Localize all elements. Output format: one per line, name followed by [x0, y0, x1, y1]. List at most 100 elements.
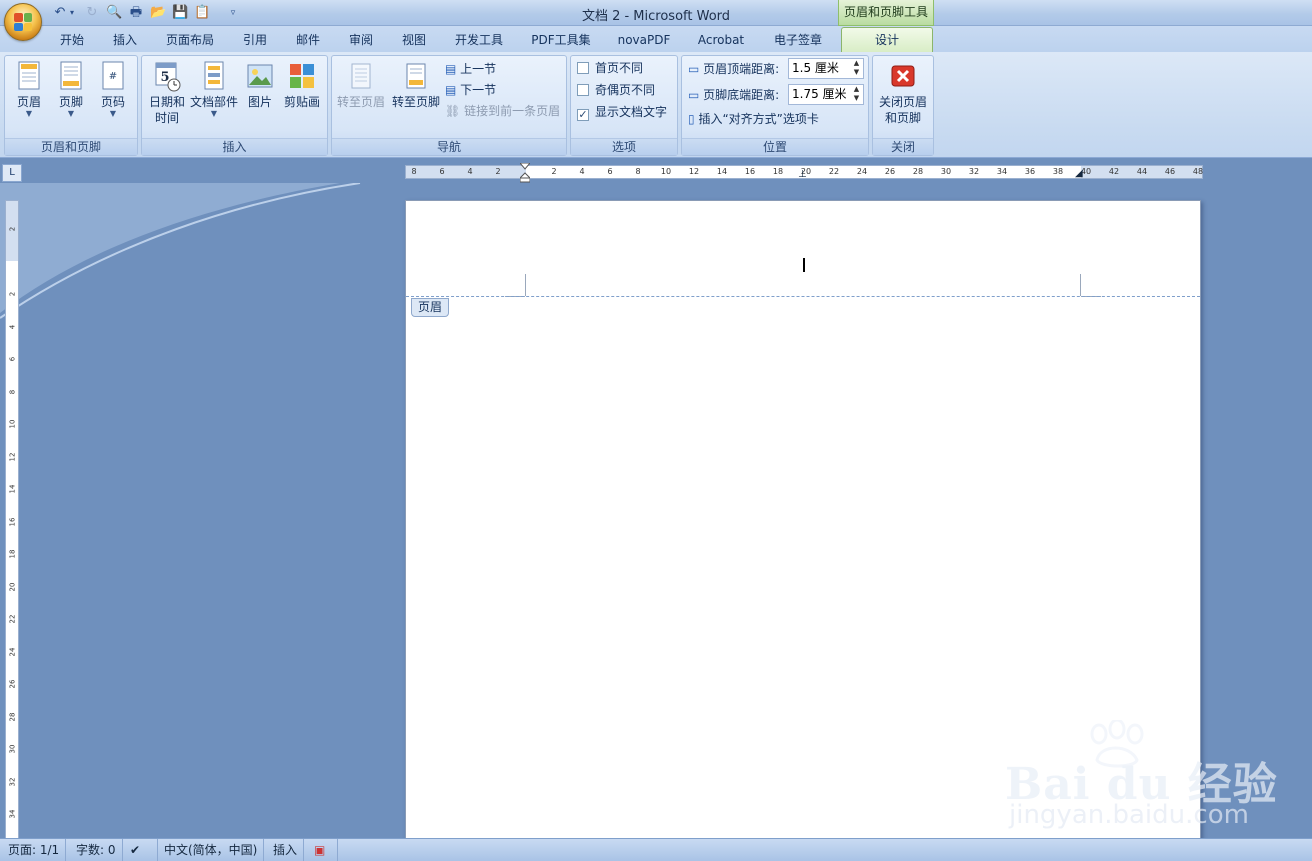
tab-pdf-tools[interactable]: PDF工具集: [524, 30, 598, 52]
ruler-tick: 8: [411, 167, 417, 176]
ruler-tick: 36: [1024, 167, 1036, 176]
header-button[interactable]: 页眉 ▼: [9, 60, 49, 118]
proofing-icon[interactable]: ✔: [124, 839, 158, 861]
ruler-tick: 16: [8, 517, 17, 526]
document-parts-button[interactable]: 文档部件 ▼: [188, 60, 240, 118]
ruler-tick: 28: [912, 167, 924, 176]
footer-from-bottom-row: ▭ 页脚底端距离:: [688, 85, 779, 105]
ruler-tick: 4: [8, 324, 17, 329]
ruler-tick: 10: [660, 167, 672, 176]
center-tab-stop-icon[interactable]: ⊥: [798, 170, 808, 180]
footer-position-icon: ▭: [688, 88, 700, 102]
window-title: 文档 2 - Microsoft Word: [581, 9, 731, 24]
ruler-tick: 8: [8, 389, 17, 394]
tab-view[interactable]: 视图: [392, 30, 436, 52]
header-position-icon: ▭: [688, 62, 700, 76]
group-label-header-footer: 页眉和页脚: [5, 138, 137, 155]
picture-button[interactable]: 图片: [242, 60, 278, 110]
status-page[interactable]: 页面: 1/1: [2, 839, 67, 861]
ruler-tick: 6: [439, 167, 445, 176]
date-time-label-2: 时间: [154, 111, 179, 125]
goto-footer-icon: [406, 63, 426, 89]
group-label-position: 位置: [682, 138, 868, 155]
page-number-button[interactable]: # 页码 ▼: [93, 60, 133, 118]
tab-selector[interactable]: L: [2, 164, 22, 182]
status-insert-mode[interactable]: 插入: [267, 839, 305, 861]
chevron-down-icon: ▼: [67, 109, 75, 118]
different-first-page-checkbox[interactable]: [577, 62, 589, 74]
left-margin-corner: [525, 274, 526, 296]
quick-parts-icon: [204, 61, 224, 90]
tab-developer[interactable]: 开发工具: [446, 30, 512, 52]
group-position: ▭ 页眉顶端距离: 1.5 厘米 ▲ ▼ ▭ 页脚底端距离: 1.75 厘米 ▲ ▼…: [681, 55, 869, 156]
goto-footer-button[interactable]: 转至页脚: [389, 60, 443, 110]
footer-from-bottom-spinner[interactable]: 1.75 厘米 ▲ ▼: [788, 84, 864, 105]
previous-section-icon: ▤: [445, 62, 457, 76]
footer-button[interactable]: 页脚 ▼: [51, 60, 91, 118]
ruler-tick: 2: [495, 167, 501, 176]
tab-novapdf[interactable]: novaPDF: [610, 30, 678, 52]
baidu-watermark: Bai du 经验 jingyan.baidu.com: [1005, 720, 1305, 835]
contextual-tools-title: 页眉和页脚工具: [838, 0, 934, 26]
status-language[interactable]: 中文(简体，中国): [158, 839, 265, 861]
header-from-top-spinner[interactable]: 1.5 厘米 ▲ ▼: [788, 58, 864, 79]
ruler-tick: 26: [8, 679, 17, 689]
ruler-tick: 24: [856, 167, 868, 176]
clip-art-button[interactable]: 剪贴画: [280, 60, 324, 110]
tab-home[interactable]: 开始: [50, 30, 94, 52]
page-number-icon: #: [102, 61, 124, 90]
previous-section-button[interactable]: ▤ 上一节: [445, 59, 496, 79]
chevron-down-icon: ▼: [210, 109, 218, 118]
footer-page-icon: [60, 61, 82, 90]
tab-review[interactable]: 审阅: [339, 30, 383, 52]
ruler-tick: 18: [772, 167, 784, 176]
tab-insert[interactable]: 插入: [103, 30, 147, 52]
ruler-tick: 24: [8, 647, 17, 656]
show-document-text-option[interactable]: ✓ 显示文档文字: [577, 102, 667, 122]
group-navigation: 转至页眉 转至页脚 ▤ 上一节 ▤ 下一节 ⛓ 链接到前一条页眉 导航: [331, 55, 567, 156]
ruler-tick: 2: [8, 226, 17, 232]
tab-references[interactable]: 引用: [233, 30, 277, 52]
chevron-down-icon: ▼: [109, 109, 117, 118]
footer-from-bottom-label: 页脚底端距离:: [703, 88, 780, 102]
ruler-tick: 38: [1052, 167, 1064, 176]
different-odd-even-checkbox[interactable]: [577, 84, 589, 96]
next-section-button[interactable]: ▤ 下一节: [445, 80, 496, 100]
ruler-tick: 14: [8, 484, 17, 494]
header-from-top-row: ▭ 页眉顶端距离:: [688, 59, 779, 79]
ruler-tick: 26: [884, 167, 896, 176]
spin-up-down-icon[interactable]: ▲ ▼: [850, 85, 863, 104]
ruler-tick: 32: [8, 777, 17, 786]
header-boundary: [406, 296, 1200, 297]
right-indent-marker-icon[interactable]: ◢: [1075, 169, 1085, 179]
status-words[interactable]: 字数: 0: [70, 839, 123, 861]
ruler-tick: 30: [940, 167, 952, 176]
link-to-previous-button[interactable]: ⛓ 链接到前一条页眉: [445, 101, 560, 121]
tab-acrobat[interactable]: Acrobat: [690, 30, 752, 52]
link-icon: ⛓: [445, 104, 461, 118]
tab-design[interactable]: 设计: [841, 27, 933, 54]
office-button[interactable]: [4, 3, 42, 41]
picture-icon: [247, 64, 273, 88]
watermark-url: jingyan.baidu.com: [1009, 800, 1249, 830]
ruler-tick: 34: [996, 167, 1008, 176]
show-document-text-checkbox[interactable]: ✓: [577, 109, 589, 121]
close-header-footer-button[interactable]: 关闭页眉 和页脚: [875, 60, 931, 126]
macro-record-icon[interactable]: ▣: [308, 839, 338, 861]
different-odd-even-option[interactable]: 奇偶页不同: [577, 80, 655, 100]
tab-page-layout[interactable]: 页面布局: [158, 30, 222, 52]
vertical-ruler[interactable]: 224681012141618202224262830323436: [5, 200, 19, 851]
date-time-button[interactable]: 5 日期和 时间: [146, 60, 188, 126]
goto-header-button[interactable]: 转至页眉: [334, 60, 388, 110]
indent-marker-icon[interactable]: [518, 162, 532, 183]
insert-alignment-tab-button[interactable]: ▯ 插入“对齐方式”选项卡: [688, 109, 819, 129]
ruler-tick: 30: [8, 744, 17, 754]
ruler-left-margin: [406, 166, 526, 178]
tab-mailings[interactable]: 邮件: [286, 30, 330, 52]
show-document-text-label: 显示文档文字: [595, 105, 668, 119]
footer-button-label: 页脚: [58, 95, 83, 109]
different-first-page-option[interactable]: 首页不同: [577, 58, 643, 78]
group-label-options: 选项: [571, 138, 677, 155]
spin-up-down-icon[interactable]: ▲ ▼: [850, 59, 863, 78]
tab-e-signature[interactable]: 电子签章: [764, 30, 832, 52]
